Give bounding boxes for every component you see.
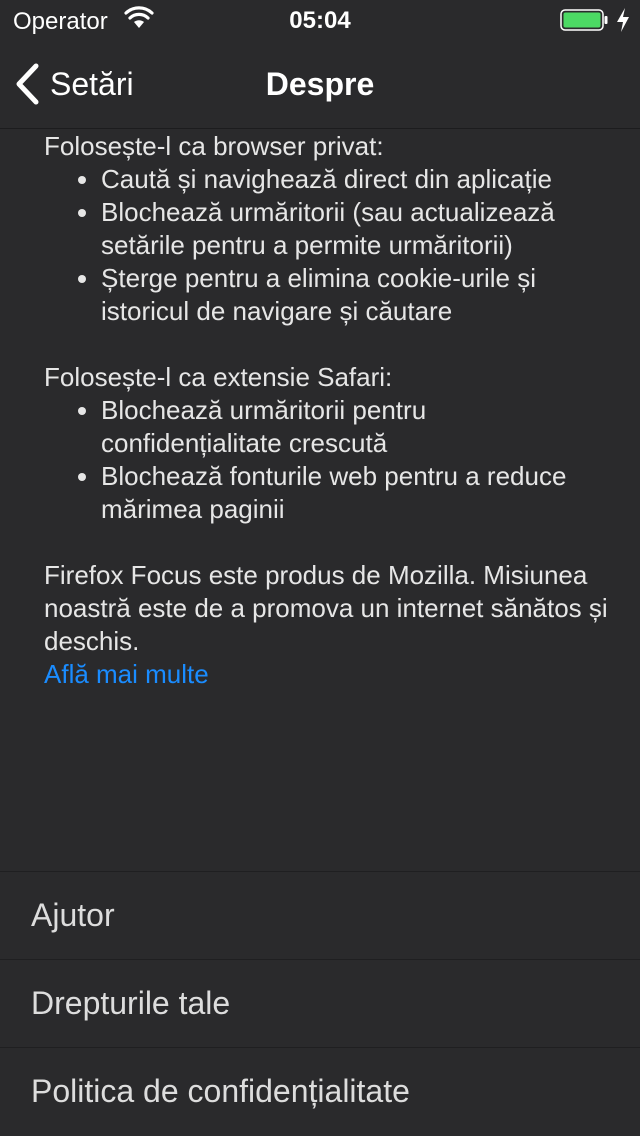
page-title: Despre — [265, 66, 375, 102]
private-browser-heading: Folosește-l ca browser privat: — [44, 131, 384, 161]
nav-divider — [0, 128, 640, 129]
privacy-policy-row[interactable]: Politica de confidențialitate — [0, 1048, 640, 1135]
list-item: Caută și navighează direct din aplicație — [101, 163, 614, 196]
help-row[interactable]: Ajutor — [0, 872, 640, 959]
status-time: 05:04 — [289, 7, 351, 34]
safari-extension-list: Blochează urmăritorii pentru confidenția… — [44, 394, 614, 526]
navigation-bar: Setări Despre — [0, 40, 640, 128]
list-item: Blochează urmăritorii (sau actualizează … — [101, 196, 614, 262]
private-browser-list: Caută și navighează direct din aplicație… — [44, 163, 614, 328]
your-rights-row[interactable]: Drepturile tale — [0, 960, 640, 1047]
list-item: Blochează urmăritorii pentru confidenția… — [101, 394, 614, 460]
learn-more-link[interactable]: Află mai multe — [44, 659, 209, 689]
safari-extension-heading: Folosește-l ca extensie Safari: — [44, 362, 393, 392]
list-item: Blochează fonturile web pentru a reduce … — [101, 460, 614, 526]
list-item: Șterge pentru a elimina cookie-urile și … — [101, 262, 614, 328]
mission-text: Firefox Focus este produs de Mozilla. Mi… — [44, 560, 608, 656]
links-list: Ajutor Drepturile tale Politica de confi… — [0, 871, 640, 1135]
status-bar: Operator 05:04 — [0, 0, 640, 40]
about-content: Folosește-l ca browser privat: Caută și … — [44, 130, 614, 691]
charging-bolt-icon — [617, 8, 629, 32]
battery-icon — [560, 9, 608, 31]
